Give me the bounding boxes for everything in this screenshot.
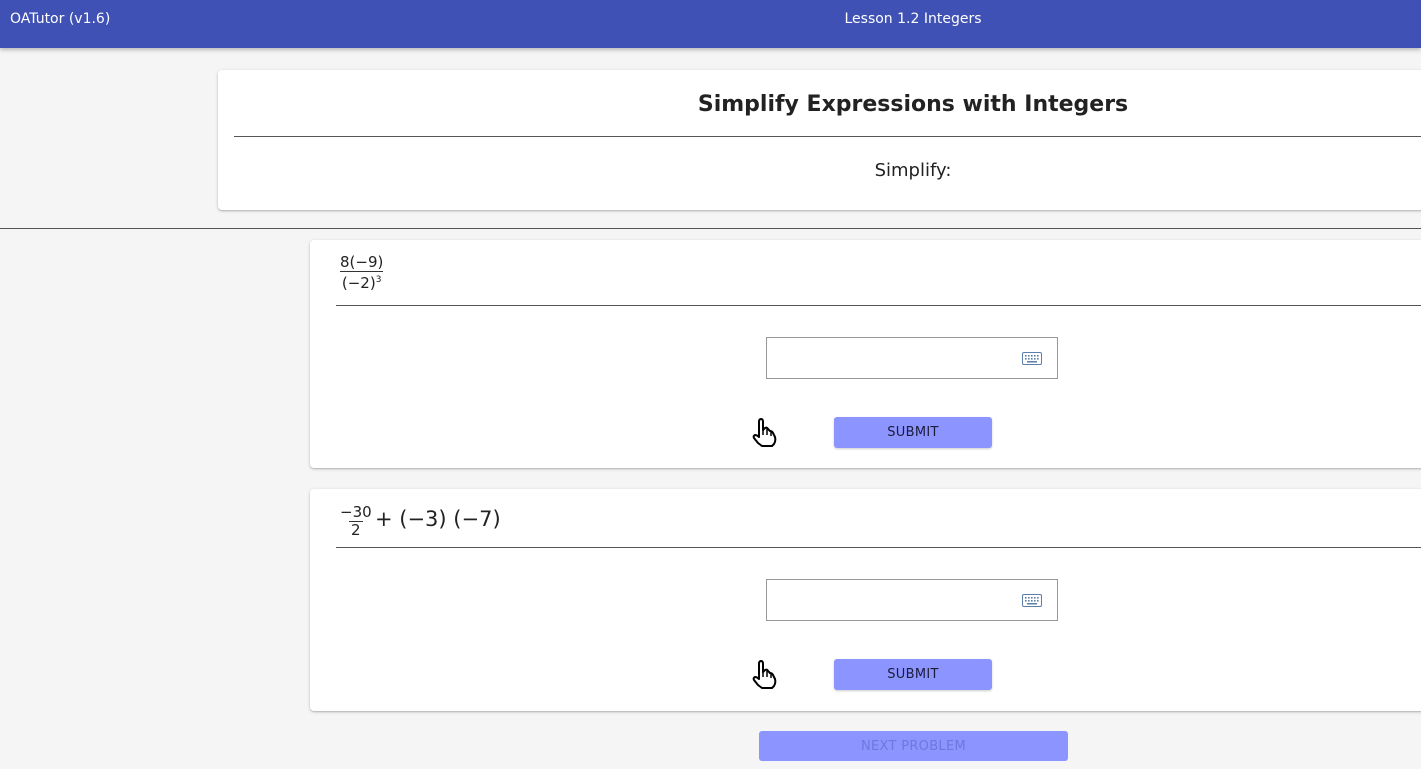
keyboard-icon[interactable] <box>1022 352 1042 365</box>
step-1-rule <box>336 305 1421 306</box>
next-problem-button[interactable]: NEXT PROBLEM <box>759 731 1068 761</box>
raised-hand-help-icon[interactable] <box>750 660 778 690</box>
lesson-title: Lesson 1.2 Integers <box>844 11 982 27</box>
step-2-expression-rest: + (−3) (−7) <box>375 507 501 531</box>
step-1-answer-input[interactable] <box>766 337 1058 379</box>
raised-hand-help-icon[interactable] <box>750 418 778 448</box>
keyboard-icon[interactable] <box>1022 594 1042 607</box>
problem-title: Simplify Expressions with Integers <box>697 92 1129 117</box>
step-2-rule <box>336 547 1421 548</box>
step-2-answer-input[interactable] <box>766 579 1058 621</box>
section-divider <box>0 228 1421 229</box>
problem-subtitle: Simplify: <box>874 160 952 181</box>
step-2-denominator: 2 <box>349 521 363 539</box>
step-card-1: 8(−9) (−2)3 SUBMIT <box>310 240 1421 468</box>
step-2-fraction: −30 2 <box>338 504 374 539</box>
step-1-numerator: 8(−9) <box>340 253 384 271</box>
problem-intro-card: Simplify Expressions with Integers Simpl… <box>218 70 1421 210</box>
step-1-expression: 8(−9) (−2)3 <box>338 254 385 292</box>
step-2-submit-button[interactable]: SUBMIT <box>834 659 992 690</box>
app-bar: OATutor (v1.6) Lesson 1.2 Integers <box>0 0 1421 48</box>
step-card-2: −30 2 + (−3) (−7) SUBMIT <box>310 489 1421 711</box>
step-2-numerator: −30 <box>340 503 372 521</box>
title-divider <box>234 136 1421 137</box>
step-1-submit-button[interactable]: SUBMIT <box>834 417 992 448</box>
step-1-denominator: (−2)3 <box>339 271 384 292</box>
